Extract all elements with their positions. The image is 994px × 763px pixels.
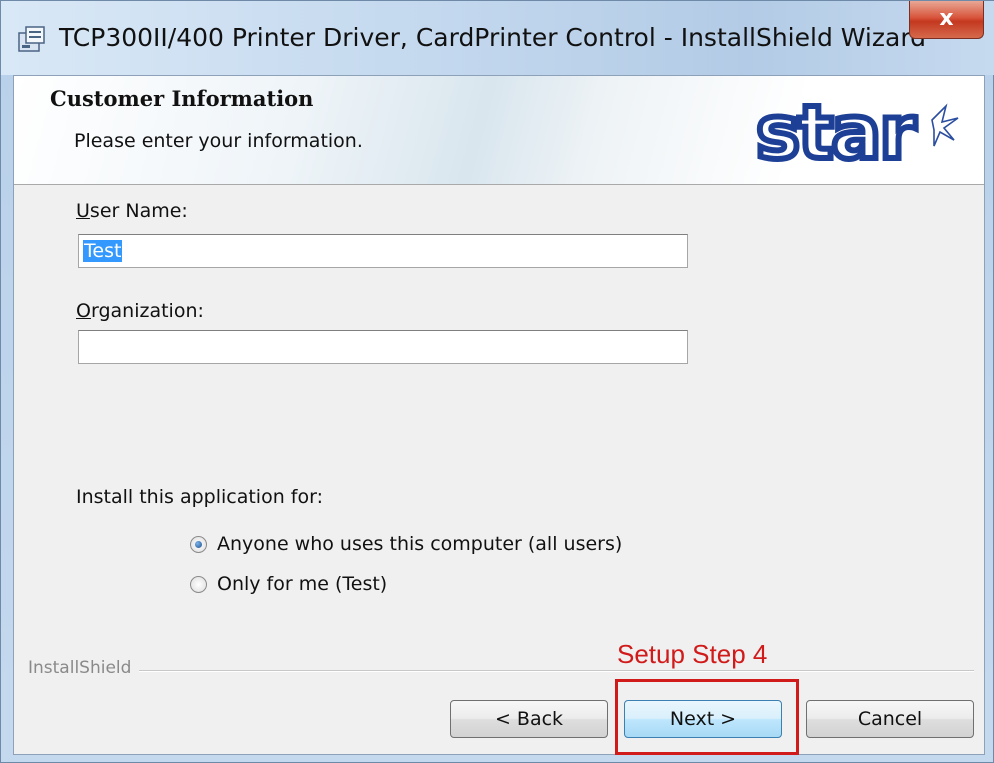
user-name-label: User Name:: [76, 200, 188, 222]
install-for-label: Install this application for:: [76, 486, 323, 508]
radio-all-users[interactable]: Anyone who uses this computer (all users…: [190, 531, 622, 557]
footer-divider: [28, 670, 974, 672]
dialog-client-area: Customer Information Please enter your i…: [13, 75, 985, 755]
radio-all-users-label: Anyone who uses this computer (all users…: [217, 533, 623, 555]
setup-step-annotation: Setup Step 4: [617, 639, 768, 669]
page-subtitle: Please enter your information.: [74, 130, 363, 152]
user-name-label-rest: ser Name:: [89, 200, 188, 222]
radio-button-unchecked[interactable]: [190, 575, 207, 593]
star-logo: star: [754, 92, 959, 172]
page-title: Customer Information: [50, 86, 314, 111]
organization-label: Organization:: [76, 300, 204, 322]
header-banner: Customer Information Please enter your i…: [14, 76, 984, 185]
window-title: TCP300II/400 Printer Driver, CardPrinter…: [59, 23, 927, 52]
installshield-brand: InstallShield: [28, 658, 140, 678]
close-icon: x: [939, 6, 954, 31]
title-bar[interactable]: TCP300II/400 Printer Driver, CardPrinter…: [1, 1, 994, 75]
radio-dot: [195, 540, 202, 548]
installer-window: TCP300II/400 Printer Driver, CardPrinter…: [0, 0, 994, 763]
star-logo-text: star: [756, 92, 916, 172]
user-name-input[interactable]: Test: [78, 234, 688, 268]
user-name-value: Test: [83, 240, 123, 262]
organization-input[interactable]: [78, 330, 688, 364]
radio-button-checked[interactable]: [190, 535, 207, 553]
radio-only-me-label: Only for me (Test): [217, 573, 388, 595]
star-logo-mark: [931, 103, 959, 147]
next-button-highlight-box: [615, 679, 799, 755]
cancel-button[interactable]: Cancel: [806, 700, 974, 738]
radio-only-me[interactable]: Only for me (Test): [190, 571, 387, 597]
organization-label-rest: rganization:: [90, 300, 204, 322]
close-button[interactable]: x: [909, 1, 984, 39]
installer-app-icon: [18, 26, 45, 52]
back-button[interactable]: < Back: [450, 700, 608, 738]
